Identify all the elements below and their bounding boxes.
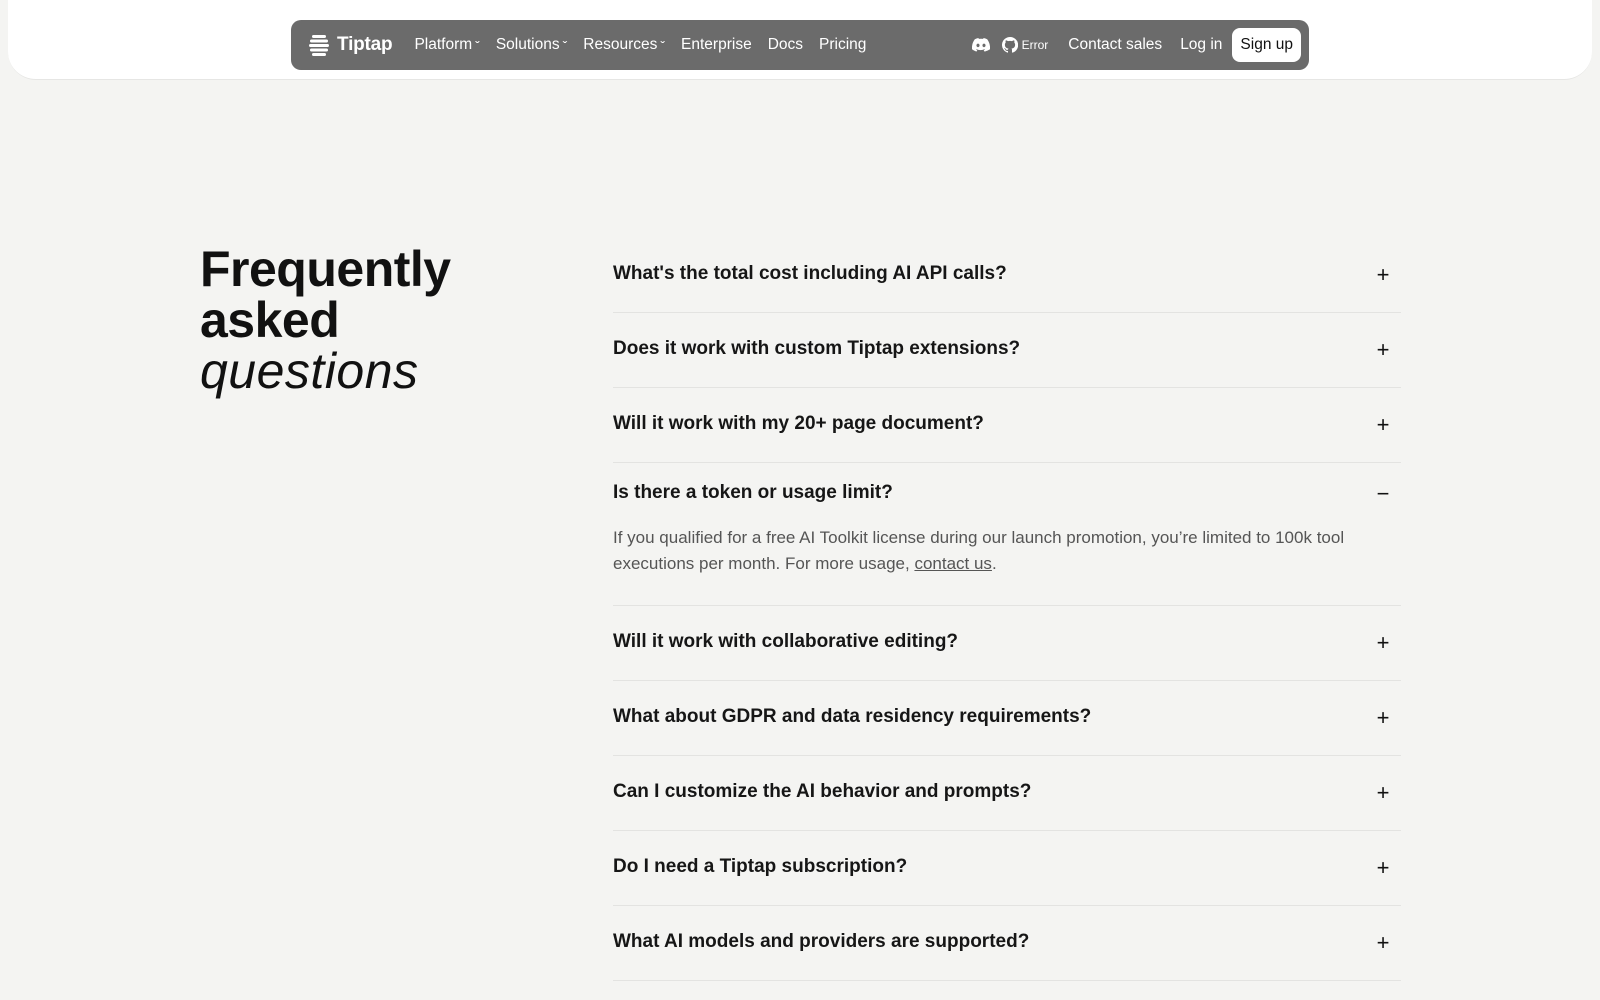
plus-icon: + bbox=[1376, 412, 1390, 437]
faq-question-button[interactable]: What's the total cost including AI API c… bbox=[613, 238, 1401, 312]
top-navbar: Tiptap Platform ˇ Solutions ˇ Resources ˇ Ente… bbox=[291, 20, 1309, 70]
plus-icon: + bbox=[1376, 337, 1390, 362]
chevron-down-icon: ˇ bbox=[562, 38, 568, 54]
plus-icon: + bbox=[1376, 930, 1390, 955]
contact-us-link[interactable]: contact us bbox=[914, 554, 992, 573]
plus-icon: + bbox=[1376, 780, 1390, 805]
faq-list: What's the total cost including AI API c… bbox=[613, 238, 1401, 981]
nav-link-label: Resources bbox=[583, 36, 658, 53]
faq-title-line2: asked bbox=[200, 292, 340, 348]
nav-right: Error Contact sales Log in Sign up bbox=[971, 28, 1301, 62]
plus-icon: + bbox=[1376, 630, 1390, 655]
faq-question-button[interactable]: Will it work with my 20+ page document? + bbox=[613, 388, 1401, 462]
chevron-down-icon: ˇ bbox=[660, 38, 666, 54]
plus-icon: + bbox=[1376, 855, 1390, 880]
faq-item: Can I customize the AI behavior and prom… bbox=[613, 756, 1401, 831]
login-link[interactable]: Log in bbox=[1180, 36, 1222, 54]
discord-icon[interactable] bbox=[971, 38, 990, 52]
nav-link-label: Pricing bbox=[819, 36, 867, 53]
faq-question-text: Will it work with collaborative editing? bbox=[613, 631, 959, 652]
faq-question-text: What's the total cost including AI API c… bbox=[613, 263, 1007, 284]
chevron-down-icon: ˇ bbox=[475, 38, 480, 54]
brand-link[interactable]: Tiptap bbox=[309, 34, 393, 56]
nav-link-label: Docs bbox=[767, 36, 804, 53]
faq-item: What about GDPR and data residency requi… bbox=[613, 681, 1401, 756]
faq-item: Will it work with my 20+ page document? + bbox=[613, 388, 1401, 463]
faq-title-line1: Frequently bbox=[200, 241, 451, 297]
nav-links: Platform ˇ Solutions ˇ Resources ˇ Enterprise D… bbox=[414, 36, 866, 54]
faq-item: Will it work with collaborative editing?… bbox=[613, 606, 1401, 681]
faq-question-button[interactable]: Does it work with custom Tiptap extensio… bbox=[613, 313, 1401, 387]
github-icon[interactable] bbox=[1001, 37, 1018, 53]
nav-link-label: Platform bbox=[414, 36, 473, 53]
nav-link-solutions[interactable]: Solutions ˇ bbox=[496, 36, 567, 54]
plus-icon: + bbox=[1376, 262, 1390, 287]
faq-answer-suffix: . bbox=[991, 554, 997, 573]
faq-item: Does it work with custom Tiptap extensio… bbox=[613, 313, 1401, 388]
faq-item: What AI models and providers are support… bbox=[613, 906, 1401, 981]
faq-question-text: Will it work with my 20+ page document? bbox=[613, 413, 984, 434]
faq-question-text: Can I customize the AI behavior and prom… bbox=[613, 781, 1032, 802]
faq-question-button[interactable]: Can I customize the AI behavior and prom… bbox=[613, 756, 1401, 830]
brand-name: Tiptap bbox=[337, 34, 393, 55]
faq-question-button[interactable]: What AI models and providers are support… bbox=[613, 906, 1401, 980]
tiptap-logo-icon bbox=[309, 35, 329, 56]
faq-question-text: What about GDPR and data residency requi… bbox=[613, 706, 1092, 727]
faq-title-line3: questions bbox=[200, 343, 419, 399]
nav-link-pricing[interactable]: Pricing bbox=[819, 36, 866, 54]
faq-question-button[interactable]: Will it work with collaborative editing?… bbox=[613, 606, 1401, 680]
faq-question-button[interactable]: Do I need a Tiptap subscription? + bbox=[613, 831, 1401, 905]
github-star-count[interactable]: Error bbox=[1022, 38, 1049, 52]
minus-icon: − bbox=[1376, 481, 1390, 506]
faq-answer: If you qualified for a free AI Toolkit l… bbox=[613, 525, 1383, 605]
faq-title: Frequently asked questions bbox=[200, 244, 451, 397]
faq-question-text: Is there a token or usage limit? bbox=[613, 482, 893, 503]
nav-link-enterprise[interactable]: Enterprise bbox=[681, 36, 752, 54]
nav-link-label: Enterprise bbox=[681, 36, 752, 53]
faq-item: Is there a token or usage limit? − If you … bbox=[613, 463, 1401, 606]
faq-question-button[interactable]: Is there a token or usage limit? − bbox=[613, 463, 1401, 525]
signup-button[interactable]: Sign up bbox=[1232, 28, 1301, 62]
plus-icon: + bbox=[1376, 705, 1390, 730]
faq-question-text: Does it work with custom Tiptap extensio… bbox=[613, 338, 1021, 359]
nav-link-label: Solutions bbox=[495, 36, 560, 53]
faq-question-text: Do I need a Tiptap subscription? bbox=[613, 856, 908, 877]
faq-item: Do I need a Tiptap subscription? + bbox=[613, 831, 1401, 906]
faq-item: What's the total cost including AI API c… bbox=[613, 238, 1401, 313]
nav-link-resources[interactable]: Resources ˇ bbox=[583, 36, 665, 54]
faq-question-button[interactable]: What about GDPR and data residency requi… bbox=[613, 681, 1401, 755]
nav-link-platform[interactable]: Platform ˇ bbox=[414, 36, 479, 54]
contact-sales-link[interactable]: Contact sales bbox=[1068, 36, 1162, 54]
faq-question-text: What AI models and providers are support… bbox=[613, 931, 1030, 952]
nav-link-docs[interactable]: Docs bbox=[768, 36, 803, 54]
